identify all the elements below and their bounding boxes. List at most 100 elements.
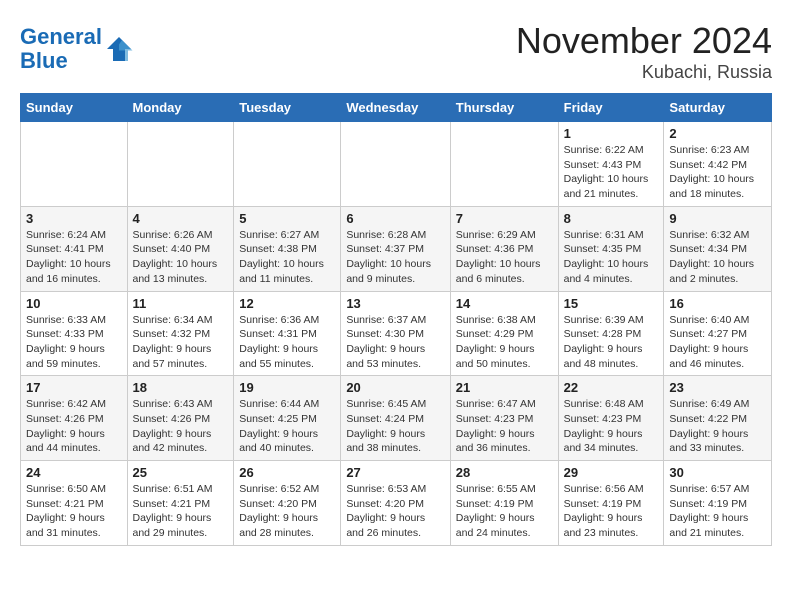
day-detail: Sunrise: 6:47 AM Sunset: 4:23 PM Dayligh… (456, 397, 553, 456)
calendar-cell: 2 Sunrise: 6:23 AM Sunset: 4:42 PM Daylig… (664, 122, 772, 207)
calendar-cell: 24Sunrise: 6:50 AM Sunset: 4:21 PM Dayli… (21, 461, 128, 546)
calendar-cell: 29 Sunrise: 6:56 AM Sunset: 4:19 PM Dayli… (558, 461, 664, 546)
calendar-cell: 13 Sunrise: 6:37 AM Sunset: 4:30 PM Dayli… (341, 291, 450, 376)
logo: GeneralBlue (20, 25, 134, 73)
day-detail: Sunrise: 6:26 AM Sunset: 4:40 PM Dayligh… (133, 228, 229, 287)
day-number: 7 (456, 211, 553, 226)
day-detail: Sunrise: 6:43 AM Sunset: 4:26 PM Dayligh… (133, 397, 229, 456)
day-number: 27 (346, 465, 444, 480)
calendar-cell: 27 Sunrise: 6:53 AM Sunset: 4:20 PM Dayli… (341, 461, 450, 546)
day-detail: Sunrise: 6:55 AM Sunset: 4:19 PM Dayligh… (456, 482, 553, 541)
calendar-cell: 17 Sunrise: 6:42 AM Sunset: 4:26 PM Dayli… (21, 376, 128, 461)
calendar-cell: 23 Sunrise: 6:49 AM Sunset: 4:22 PM Dayli… (664, 376, 772, 461)
weekday-header-sunday: Sunday (21, 94, 128, 122)
calendar-cell: 15 Sunrise: 6:39 AM Sunset: 4:28 PM Dayli… (558, 291, 664, 376)
day-number: 10 (26, 296, 122, 311)
day-detail: Sunrise: 6:33 AM Sunset: 4:33 PM Dayligh… (26, 313, 122, 372)
calendar-cell (450, 122, 558, 207)
day-number: 29 (564, 465, 659, 480)
calendar-cell: 25Sunrise: 6:51 AM Sunset: 4:21 PM Dayli… (127, 461, 234, 546)
calendar-table: SundayMondayTuesdayWednesdayThursdayFrid… (20, 93, 772, 546)
day-number: 6 (346, 211, 444, 226)
week-row-2: 3Sunrise: 6:24 AM Sunset: 4:41 PM Daylig… (21, 206, 772, 291)
day-number: 3 (26, 211, 122, 226)
day-number: 20 (346, 380, 444, 395)
title-section: November 2024 Kubachi, Russia (516, 20, 772, 83)
day-detail: Sunrise: 6:45 AM Sunset: 4:24 PM Dayligh… (346, 397, 444, 456)
day-detail: Sunrise: 6:52 AM Sunset: 4:20 PM Dayligh… (239, 482, 335, 541)
day-number: 28 (456, 465, 553, 480)
day-detail: Sunrise: 6:53 AM Sunset: 4:20 PM Dayligh… (346, 482, 444, 541)
day-number: 30 (669, 465, 766, 480)
day-number: 9 (669, 211, 766, 226)
calendar-cell: 5Sunrise: 6:27 AM Sunset: 4:38 PM Daylig… (234, 206, 341, 291)
weekday-header-saturday: Saturday (664, 94, 772, 122)
day-detail: Sunrise: 6:39 AM Sunset: 4:28 PM Dayligh… (564, 313, 659, 372)
calendar-cell: 28 Sunrise: 6:55 AM Sunset: 4:19 PM Dayli… (450, 461, 558, 546)
day-number: 25 (133, 465, 229, 480)
day-number: 26 (239, 465, 335, 480)
calendar-cell: 3Sunrise: 6:24 AM Sunset: 4:41 PM Daylig… (21, 206, 128, 291)
calendar-cell: 4 Sunrise: 6:26 AM Sunset: 4:40 PM Daylig… (127, 206, 234, 291)
day-detail: Sunrise: 6:34 AM Sunset: 4:32 PM Dayligh… (133, 313, 229, 372)
day-number: 15 (564, 296, 659, 311)
day-detail: Sunrise: 6:57 AM Sunset: 4:19 PM Dayligh… (669, 482, 766, 541)
day-number: 13 (346, 296, 444, 311)
day-detail: Sunrise: 6:32 AM Sunset: 4:34 PM Dayligh… (669, 228, 766, 287)
day-detail: Sunrise: 6:49 AM Sunset: 4:22 PM Dayligh… (669, 397, 766, 456)
weekday-header-wednesday: Wednesday (341, 94, 450, 122)
day-detail: Sunrise: 6:36 AM Sunset: 4:31 PM Dayligh… (239, 313, 335, 372)
day-detail: Sunrise: 6:40 AM Sunset: 4:27 PM Dayligh… (669, 313, 766, 372)
day-detail: Sunrise: 6:23 AM Sunset: 4:42 PM Dayligh… (669, 143, 766, 202)
logo-text: GeneralBlue (20, 25, 102, 73)
day-number: 16 (669, 296, 766, 311)
calendar-cell (341, 122, 450, 207)
day-number: 24 (26, 465, 122, 480)
day-number: 14 (456, 296, 553, 311)
weekday-header-thursday: Thursday (450, 94, 558, 122)
calendar-cell (234, 122, 341, 207)
calendar-cell: 1 Sunrise: 6:22 AM Sunset: 4:43 PM Daylig… (558, 122, 664, 207)
day-detail: Sunrise: 6:28 AM Sunset: 4:37 PM Dayligh… (346, 228, 444, 287)
day-detail: Sunrise: 6:27 AM Sunset: 4:38 PM Dayligh… (239, 228, 335, 287)
day-number: 2 (669, 126, 766, 141)
day-detail: Sunrise: 6:29 AM Sunset: 4:36 PM Dayligh… (456, 228, 553, 287)
weekday-header-friday: Friday (558, 94, 664, 122)
day-detail: Sunrise: 6:42 AM Sunset: 4:26 PM Dayligh… (26, 397, 122, 456)
month-title: November 2024 (516, 20, 772, 62)
day-number: 17 (26, 380, 122, 395)
day-detail: Sunrise: 6:38 AM Sunset: 4:29 PM Dayligh… (456, 313, 553, 372)
calendar-cell: 30 Sunrise: 6:57 AM Sunset: 4:19 PM Dayli… (664, 461, 772, 546)
calendar-cell: 12 Sunrise: 6:36 AM Sunset: 4:31 PM Dayli… (234, 291, 341, 376)
calendar-cell: 26 Sunrise: 6:52 AM Sunset: 4:20 PM Dayli… (234, 461, 341, 546)
calendar-cell: 22Sunrise: 6:48 AM Sunset: 4:23 PM Dayli… (558, 376, 664, 461)
day-number: 23 (669, 380, 766, 395)
day-detail: Sunrise: 6:56 AM Sunset: 4:19 PM Dayligh… (564, 482, 659, 541)
calendar-cell: 21 Sunrise: 6:47 AM Sunset: 4:23 PM Dayli… (450, 376, 558, 461)
day-detail: Sunrise: 6:44 AM Sunset: 4:25 PM Dayligh… (239, 397, 335, 456)
day-number: 4 (133, 211, 229, 226)
calendar-cell: 20 Sunrise: 6:45 AM Sunset: 4:24 PM Dayli… (341, 376, 450, 461)
day-number: 12 (239, 296, 335, 311)
week-row-1: 1 Sunrise: 6:22 AM Sunset: 4:43 PM Daylig… (21, 122, 772, 207)
weekday-header-tuesday: Tuesday (234, 94, 341, 122)
day-detail: Sunrise: 6:31 AM Sunset: 4:35 PM Dayligh… (564, 228, 659, 287)
week-row-5: 24Sunrise: 6:50 AM Sunset: 4:21 PM Dayli… (21, 461, 772, 546)
weekday-header-monday: Monday (127, 94, 234, 122)
day-number: 21 (456, 380, 553, 395)
day-detail: Sunrise: 6:37 AM Sunset: 4:30 PM Dayligh… (346, 313, 444, 372)
calendar-cell: 9 Sunrise: 6:32 AM Sunset: 4:34 PM Daylig… (664, 206, 772, 291)
day-number: 19 (239, 380, 335, 395)
week-row-3: 10 Sunrise: 6:33 AM Sunset: 4:33 PM Dayli… (21, 291, 772, 376)
calendar-cell: 14 Sunrise: 6:38 AM Sunset: 4:29 PM Dayli… (450, 291, 558, 376)
day-number: 22 (564, 380, 659, 395)
day-detail: Sunrise: 6:22 AM Sunset: 4:43 PM Dayligh… (564, 143, 659, 202)
header: GeneralBlue November 2024 Kubachi, Russi… (20, 20, 772, 83)
logo-icon (104, 34, 134, 64)
calendar-cell: 8Sunrise: 6:31 AM Sunset: 4:35 PM Daylig… (558, 206, 664, 291)
calendar-cell (127, 122, 234, 207)
calendar-cell: 16 Sunrise: 6:40 AM Sunset: 4:27 PM Dayli… (664, 291, 772, 376)
day-number: 1 (564, 126, 659, 141)
day-number: 18 (133, 380, 229, 395)
weekday-header-row: SundayMondayTuesdayWednesdayThursdayFrid… (21, 94, 772, 122)
